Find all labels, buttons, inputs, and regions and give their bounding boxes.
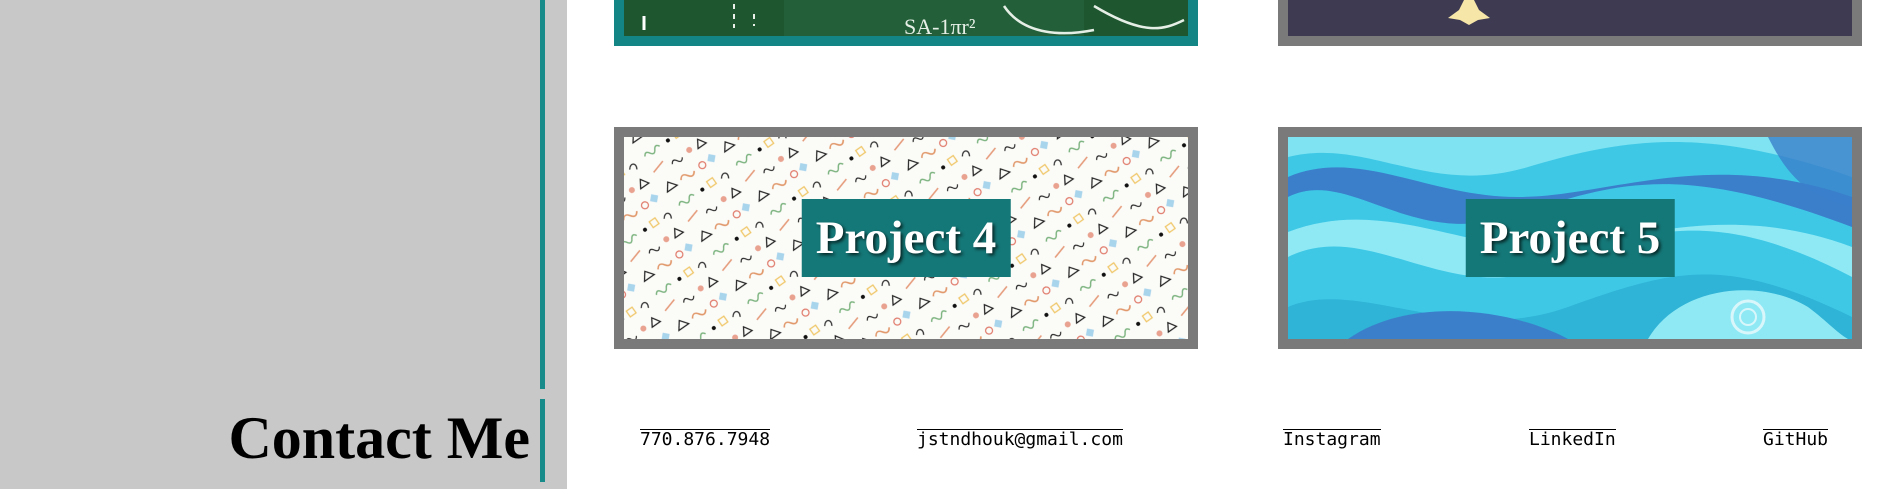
project-card-3[interactable] <box>1278 0 1862 46</box>
chalkboard-image: SA-1πr² <box>624 0 1188 36</box>
phone-link[interactable]: 770.876.7948 <box>640 420 771 460</box>
email-link[interactable]: jstndhouk@gmail.com <box>917 420 1123 460</box>
svg-text:SA-1πr²: SA-1πr² <box>904 14 976 36</box>
project-5-label: Project 5 <box>1465 199 1675 277</box>
contact-links: 770.876.7948 jstndhouk@gmail.com Instagr… <box>567 420 1895 460</box>
sidebar-divider-top <box>540 0 545 389</box>
sidebar-divider-bottom <box>540 399 545 482</box>
project-card-4[interactable]: Project 4 <box>614 127 1198 349</box>
instagram-link[interactable]: Instagram <box>1283 420 1381 460</box>
project-card-5[interactable]: Project 5 <box>1278 127 1862 349</box>
night-star-image <box>1288 0 1852 36</box>
project-4-label: Project 4 <box>801 199 1011 277</box>
github-link[interactable]: GitHub <box>1763 420 1829 460</box>
project-card-2[interactable]: SA-1πr² <box>614 0 1198 46</box>
contact-me-heading: Contact Me <box>228 405 530 471</box>
linkedin-link[interactable]: LinkedIn <box>1529 420 1616 460</box>
